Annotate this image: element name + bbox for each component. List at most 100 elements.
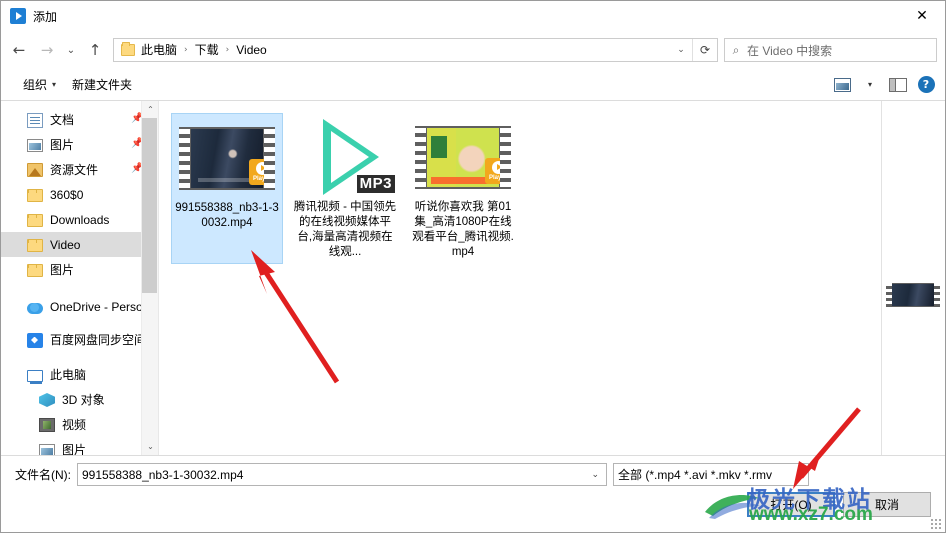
sidebar-item-label: 资源文件 [50, 163, 99, 177]
recent-locations-button[interactable]: ⌄ [61, 36, 81, 64]
organize-button[interactable]: 组织 ▾ [15, 73, 64, 96]
sidebar-item-3d-对象[interactable]: 3D 对象 [1, 387, 158, 412]
search-input[interactable]: 在 Video 中搜索 [747, 42, 832, 59]
play-icon [10, 8, 26, 24]
file-item[interactable]: Player 991558388_nb3-1-30032.mp4 [171, 113, 283, 264]
new-folder-button[interactable]: 新建文件夹 [64, 73, 140, 96]
sidebar-item-图片[interactable]: 图片 📌 [1, 132, 158, 157]
navigation-bar: ← → ⌄ ↑ 此电脑 › 下载 › Video ⌄ ⟳ ⌕ 在 Video 中… [1, 31, 945, 69]
picture-icon [39, 444, 55, 455]
file-item[interactable]: MP3 腾讯视频 - 中国领先的在线视频媒体平台,海量高清视频在线观... [289, 113, 401, 264]
folder-icon [27, 189, 43, 202]
back-button[interactable]: ← [5, 36, 33, 64]
filename-row: 文件名(N): 991558388_nb3-1-30032.mp4 ⌄ 全部 (… [15, 463, 931, 486]
file-item[interactable]: Player 听说你喜欢我 第01集_高清1080P在线观看平台_腾讯视频.mp4 [407, 113, 519, 264]
sidebar-scrollbar[interactable]: ⌃ ⌄ [141, 101, 158, 455]
folder-icon [121, 42, 135, 56]
scroll-up-icon[interactable]: ⌃ [142, 101, 158, 118]
document-icon [27, 112, 43, 128]
mp3-badge-label: MP3 [356, 175, 395, 193]
breadcrumb-item-0[interactable]: 此电脑 [139, 39, 179, 61]
search-icon: ⌕ [732, 42, 740, 57]
filename-value: 991558388_nb3-1-30032.mp4 [82, 467, 244, 482]
window-title: 添加 [33, 9, 58, 24]
mp3-play-icon: MP3 [297, 117, 395, 197]
preview-thumbnail [886, 283, 940, 307]
sidebar-item-资源文件[interactable]: 资源文件 📌 [1, 157, 158, 182]
preview-pane [881, 101, 945, 455]
chevron-down-icon[interactable]: ⌄ [591, 470, 602, 480]
address-bar[interactable]: 此电脑 › 下载 › Video ⌄ ⟳ [113, 38, 718, 62]
file-name-label: 991558388_nb3-1-30032.mp4 [175, 202, 279, 229]
player-badge-label: Player [252, 175, 271, 182]
sidebar-item-label: 视频 [62, 418, 87, 432]
sidebar-list: 文档 📌 图片 📌 资源文件 📌 360$0 Downloads Video 图片 OneDrive… [1, 101, 158, 455]
film-strip-icon: Player [415, 125, 511, 189]
resize-grip[interactable] [930, 518, 942, 530]
player-badge-icon: Player [485, 157, 511, 184]
sidebar-item-onedrive---perso[interactable]: OneDrive - Perso [1, 294, 158, 319]
close-icon[interactable]: ✕ [899, 1, 945, 31]
dialog-footer: 文件名(N): 991558388_nb3-1-30032.mp4 ⌄ 全部 (… [1, 456, 945, 532]
preview-pane-icon [889, 77, 907, 92]
help-button[interactable]: ? [913, 73, 939, 97]
search-box[interactable]: ⌕ 在 Video 中搜索 [724, 38, 937, 62]
navigation-sidebar: 文档 📌 图片 📌 资源文件 📌 360$0 Downloads Video 图片 OneDrive… [1, 101, 159, 455]
file-type-filter[interactable]: 全部 (*.mp4 *.avi *.mkv *.rmv ⌄ [613, 463, 809, 486]
sidebar-item-label: 图片 [50, 263, 75, 277]
sidebar-item-此电脑[interactable]: 此电脑 [1, 362, 158, 387]
file-list[interactable]: Player 991558388_nb3-1-30032.mp4 MP3 腾讯视频 -… [159, 101, 881, 455]
title-bar: 添加 ✕ [1, 1, 945, 31]
sidebar-item-label: 360$0 [50, 187, 84, 202]
chevron-down-icon[interactable]: ⌄ [670, 39, 692, 61]
up-button[interactable]: ↑ [81, 36, 109, 64]
scroll-down-icon[interactable]: ⌄ [142, 438, 158, 455]
sidebar-item-label: Video [50, 237, 81, 252]
add-file-dialog: 添加 ✕ ← → ⌄ ↑ 此电脑 › 下载 › Video ⌄ ⟳ ⌕ 在 Vi… [0, 0, 946, 533]
player-badge-icon: Player [249, 158, 275, 185]
file-name-label: 腾讯视频 - 中国领先的在线视频媒体平台,海量高清视频在线观... [293, 201, 397, 258]
breadcrumb-separator: › [225, 45, 230, 55]
scrollbar-thumb[interactable] [142, 118, 157, 293]
sidebar-item-百度网盘同步空间[interactable]: 百度网盘同步空间 [1, 327, 158, 352]
filename-label: 文件名(N): [15, 468, 71, 482]
sidebar-item-360$0[interactable]: 360$0 [1, 182, 158, 207]
baidu-netdisk-icon [27, 332, 43, 348]
sidebar-item-downloads[interactable]: Downloads [1, 207, 158, 232]
sidebar-item-文档[interactable]: 文档 📌 [1, 107, 158, 132]
forward-button[interactable]: → [33, 36, 61, 64]
file-thumbnail: Player [179, 118, 275, 198]
sidebar-item-图片[interactable]: 图片 [1, 437, 158, 455]
breadcrumb-item-1[interactable]: 下载 [193, 39, 221, 61]
file-name-label: 听说你喜欢我 第01集_高清1080P在线观看平台_腾讯视频.mp4 [412, 201, 514, 258]
filename-input[interactable]: 991558388_nb3-1-30032.mp4 ⌄ [77, 463, 607, 486]
sidebar-item-图片[interactable]: 图片 [1, 257, 158, 282]
view-mode-dropdown[interactable]: ▾ [857, 73, 883, 97]
organize-label: 组织 [23, 78, 48, 92]
refresh-icon[interactable]: ⟳ [692, 39, 717, 61]
sidebar-item-label: 3D 对象 [62, 393, 105, 407]
3d-objects-icon [39, 393, 55, 407]
sidebar-item-视频[interactable]: 视频 [1, 412, 158, 437]
breadcrumb-separator: › [184, 45, 188, 55]
sidebar-item-label: Downloads [50, 212, 110, 227]
video-icon [39, 418, 55, 432]
folder-icon [27, 239, 43, 252]
sidebar-item-label: 图片 [62, 443, 87, 455]
preview-pane-button[interactable] [885, 73, 911, 97]
sidebar-item-label: 此电脑 [50, 368, 87, 382]
sidebar-item-label: 图片 [50, 138, 75, 152]
sidebar-item-label: OneDrive - Perso [50, 299, 143, 314]
sidebar-item-video[interactable]: Video [1, 232, 158, 257]
file-thumbnail: MP3 [297, 117, 395, 197]
folder-icon [27, 264, 43, 277]
onedrive-icon [27, 302, 43, 314]
chevron-down-icon: ▾ [867, 80, 872, 89]
view-mode-button[interactable] [829, 73, 855, 97]
cancel-button[interactable]: 取消 [843, 492, 931, 517]
open-button[interactable]: 打开(O) [747, 492, 835, 517]
dialog-buttons: 打开(O) 取消 [747, 492, 931, 517]
picture-icon [27, 139, 43, 152]
breadcrumb-item-2[interactable]: Video [234, 39, 268, 61]
film-strip-icon: Player [179, 126, 275, 190]
